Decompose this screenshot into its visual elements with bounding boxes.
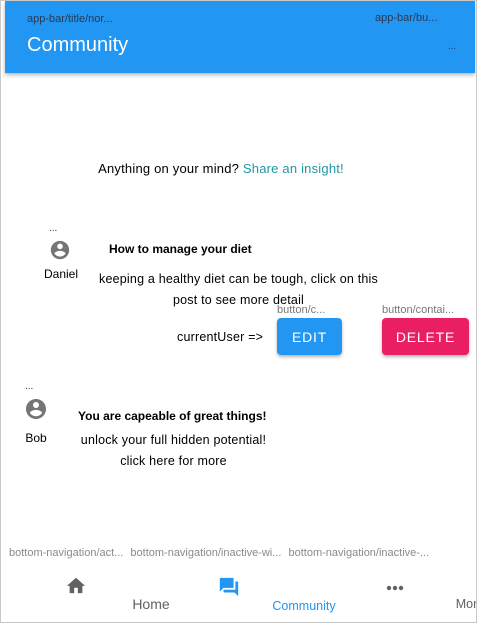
nav-item-label: More	[455, 597, 477, 611]
app-bar-action-dots[interactable]: ...	[448, 41, 456, 52]
bottom-nav-overlay: bottom-navigation/act...	[9, 547, 124, 559]
nav-item-community[interactable]: Community	[154, 567, 336, 622]
post-dots: ...	[49, 223, 58, 234]
share-prompt-text: Anything on your mind?	[98, 161, 243, 176]
post-title: You are capeable of great things!	[78, 409, 267, 423]
post-body-line: keeping a healthy diet can be tough, cli…	[99, 272, 378, 286]
bottom-nav-overlay: bottom-navigation/inactive-wi...	[130, 547, 282, 559]
post-title: How to manage your diet	[109, 242, 252, 256]
post-author: Bob	[25, 431, 47, 445]
current-user-label: currentUser =>	[177, 330, 264, 344]
post-card[interactable]: ... Daniel How to manage your diet keepi…	[1, 223, 476, 363]
edit-button-overlay: button/c...	[277, 304, 326, 316]
delete-button-overlay: button/contai...	[382, 304, 455, 316]
post-body-line: post to see more detail	[172, 293, 305, 307]
post-card[interactable]: ... Bob You are capeable of great things…	[1, 381, 476, 476]
share-insight-link[interactable]: Share an insight!	[243, 161, 344, 176]
bottom-navigation: Home Community More	[1, 567, 476, 622]
share-prompt: Anything on your mind? Share an insight!	[1, 161, 441, 176]
post-body-line: unlock your full hidden potential!	[80, 433, 267, 447]
account-circle-icon	[49, 239, 71, 261]
post-body: unlock your full hidden potential! click…	[67, 430, 280, 472]
app-bar-title-overlay: app-bar/title/nor...	[27, 13, 113, 25]
delete-button[interactable]: DELETE	[382, 318, 469, 355]
post-body-line: click here for more	[120, 454, 227, 468]
more-horiz-icon	[385, 579, 405, 597]
nav-item-more[interactable]: More	[320, 567, 476, 622]
bottom-nav-overlay: bottom-navigation/inactive-...	[288, 547, 430, 559]
post-dots: ...	[25, 381, 34, 392]
account-circle-icon	[24, 397, 48, 421]
edit-button[interactable]: EDIT	[277, 318, 342, 355]
app-bar: app-bar/title/nor... app-bar/bu... Commu…	[5, 1, 475, 73]
app-bar-button-overlay: app-bar/bu...	[375, 12, 438, 24]
post-body: keeping a healthy diet can be tough, cli…	[81, 269, 396, 311]
bottom-nav-overlays: bottom-navigation/act... bottom-navigati…	[9, 547, 429, 559]
nav-item-home[interactable]: Home	[1, 567, 170, 622]
screen: app-bar/title/nor... app-bar/bu... Commu…	[0, 0, 477, 623]
page-title: Community	[27, 34, 129, 56]
